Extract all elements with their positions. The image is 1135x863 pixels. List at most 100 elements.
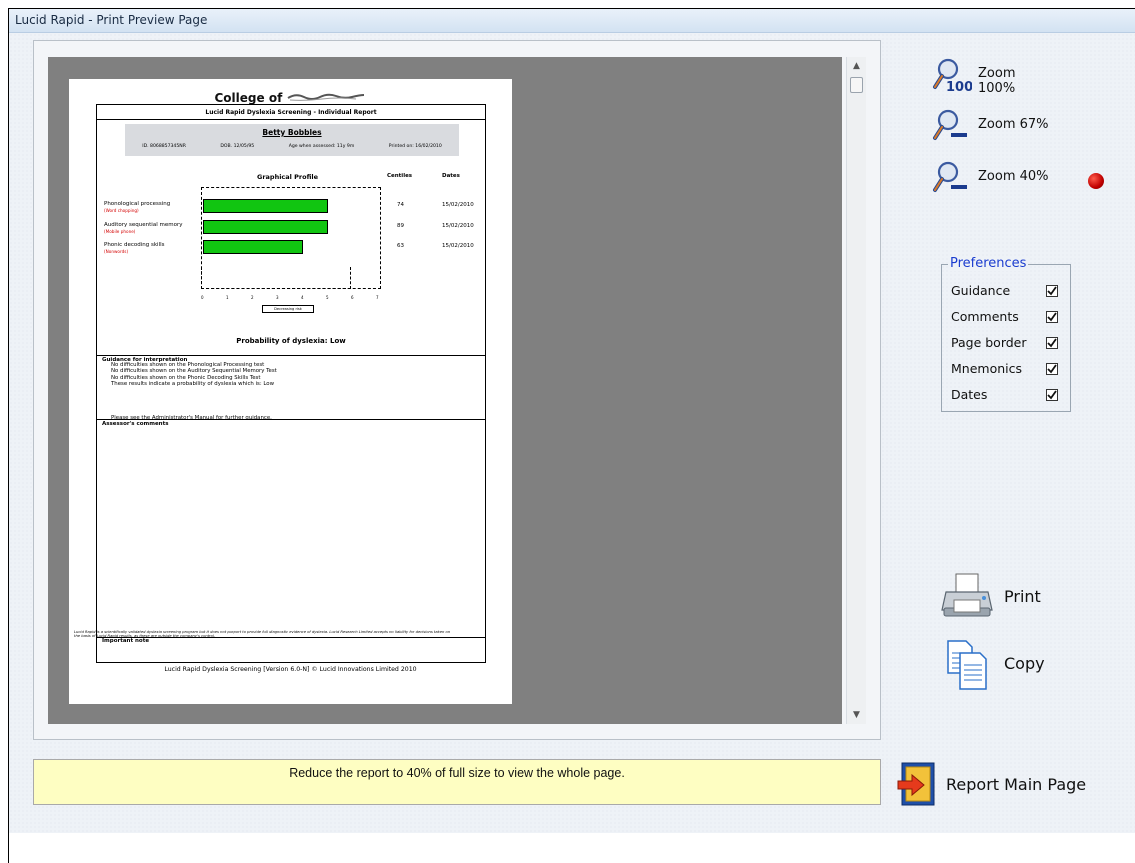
active-zoom-indicator-icon (1088, 173, 1104, 189)
zoom-40-label: Zoom 40% (978, 169, 1049, 184)
exit-door-icon (897, 762, 935, 806)
print-button[interactable]: Print (940, 570, 1060, 628)
important-note-heading: Important note (102, 638, 150, 644)
report-box: Lucid Rapid Dyslexia Screening - Individ… (96, 104, 486, 663)
score-bar-2 (203, 220, 328, 234)
report-main-page-label: Report Main Page (946, 775, 1087, 794)
copy-button[interactable]: Copy (940, 637, 1060, 695)
test-name-1: Phonological processing (104, 201, 171, 207)
guidance-line: These results indicate a probability of … (111, 381, 274, 388)
pref-dates-checkbox[interactable] (1046, 389, 1058, 401)
title-bar: Lucid Rapid - Print Preview Page (9, 9, 1135, 33)
score-bar-1 (203, 199, 328, 213)
zoom-100-button[interactable]: 100 Zoom 100% (930, 55, 1050, 96)
magnifier-67-icon (933, 109, 967, 140)
report-footer: Lucid Rapid Dyslexia Screening [Version … (164, 666, 417, 673)
print-label: Print (1004, 587, 1041, 606)
pref-dates-label: Dates (951, 387, 988, 402)
scroll-up-arrow-icon[interactable]: ▲ (847, 59, 866, 73)
dates-header: Dates (442, 173, 460, 179)
dyslexia-probability: Probability of dyslexia: Low (236, 337, 346, 345)
centile-3: 63 (397, 243, 404, 249)
copy-icon (947, 640, 987, 690)
student-band: Betty Bobbles ID. 8068857345NR DOB. 12/0… (125, 124, 459, 156)
guidance-line: No difficulties shown on the Auditory Se… (111, 368, 277, 375)
pref-mnemonics-checkbox[interactable] (1046, 363, 1058, 375)
pref-mnemonics[interactable]: Mnemonics (951, 361, 1063, 379)
vertical-scrollbar[interactable]: ▲ ▼ (846, 57, 866, 724)
check-icon (1047, 338, 1057, 348)
report-page: College of Lucid Rapid Dyslexia Screenin… (69, 79, 512, 704)
axis-tick-label: 2 (251, 295, 254, 300)
score-bar-3 (203, 240, 303, 254)
axis-tick-label: 3 (276, 295, 279, 300)
test-name-3: Phonic decoding skills (104, 242, 165, 248)
pref-page-border[interactable]: Page border (951, 335, 1063, 353)
student-id: ID. 8068857345NR (142, 144, 186, 149)
axis-tick-label: 7 (376, 295, 379, 300)
pref-comments-checkbox[interactable] (1046, 311, 1058, 323)
axis-tick-label: 4 (301, 295, 304, 300)
college-header: College of (69, 91, 512, 105)
check-icon (1047, 364, 1057, 374)
zoom-67-label: Zoom 67% (978, 117, 1049, 132)
test-sub-1: (Word chopping) (104, 208, 139, 213)
college-logo (286, 91, 366, 105)
date-1: 15/02/2010 (442, 202, 474, 208)
axis-tick-label: 0 (201, 295, 204, 300)
test-sub-3: (Nonwords) (104, 249, 129, 254)
test-sub-2: (Mobile phone) (104, 229, 136, 234)
pref-guidance-label: Guidance (951, 283, 1011, 298)
centile-2: 89 (397, 223, 404, 229)
magnifier-40-icon (933, 161, 967, 192)
scroll-thumb[interactable] (850, 77, 863, 93)
svg-text:100: 100 (946, 80, 972, 93)
status-message: Reduce the report to 40% of full size to… (289, 766, 625, 780)
divider (97, 419, 485, 420)
date-2: 15/02/2010 (442, 223, 474, 229)
pref-page-border-label: Page border (951, 335, 1027, 350)
preferences-legend: Preferences (948, 256, 1029, 271)
window-bottom (9, 833, 1135, 863)
zoom-100-label: Zoom 100% (978, 66, 1016, 96)
graph-lower-area (201, 267, 351, 289)
printer-icon (941, 573, 993, 617)
college-prefix: College of (214, 91, 283, 105)
zoom-67-button[interactable]: Zoom 67% (930, 106, 1050, 146)
important-note-text: Lucid Rapid is a scientifically validate… (74, 630, 451, 639)
pref-page-border-checkbox[interactable] (1046, 337, 1058, 349)
status-message-box: Reduce the report to 40% of full size to… (33, 759, 881, 805)
risk-arrow: Decreasing risk (262, 305, 314, 313)
pref-dates[interactable]: Dates (951, 387, 1063, 405)
comments-heading: Assessor's comments (102, 421, 169, 427)
pref-comments-label: Comments (951, 309, 1019, 324)
magnifier-100-icon: 100 (933, 58, 972, 93)
axis-tick-label: 6 (351, 295, 354, 300)
centiles-header: Centiles (387, 173, 413, 179)
printed-date: Printed on: 16/02/2010 (388, 144, 442, 149)
pref-comments[interactable]: Comments (951, 309, 1063, 327)
axis-tick-label: 5 (326, 295, 329, 300)
pref-mnemonics-label: Mnemonics (951, 361, 1023, 376)
copy-label: Copy (1004, 654, 1045, 673)
centile-1: 74 (397, 202, 404, 208)
axis-tick-label: 1 (226, 295, 229, 300)
pref-guidance[interactable]: Guidance (951, 283, 1063, 301)
test-name-2: Auditory sequential memory (104, 222, 183, 228)
student-age: Age when assessed: 11y 9m (288, 144, 355, 149)
check-icon (1047, 390, 1057, 400)
pref-guidance-checkbox[interactable] (1046, 285, 1058, 297)
divider (97, 119, 485, 120)
graph-title: Graphical Profile (257, 173, 319, 181)
zoom-40-button[interactable]: Zoom 40% (930, 158, 1050, 198)
report-main-page-button[interactable]: Report Main Page (896, 761, 1116, 807)
college-logo-icon (287, 93, 365, 101)
window-title: Lucid Rapid - Print Preview Page (15, 13, 208, 27)
date-3: 15/02/2010 (442, 243, 474, 249)
check-icon (1047, 312, 1057, 322)
student-dob: DOB. 12/05/95 (220, 144, 255, 149)
divider (97, 355, 485, 356)
check-icon (1047, 286, 1057, 296)
report-title: Lucid Rapid Dyslexia Screening - Individ… (205, 109, 377, 116)
scroll-down-arrow-icon[interactable]: ▼ (847, 708, 866, 722)
